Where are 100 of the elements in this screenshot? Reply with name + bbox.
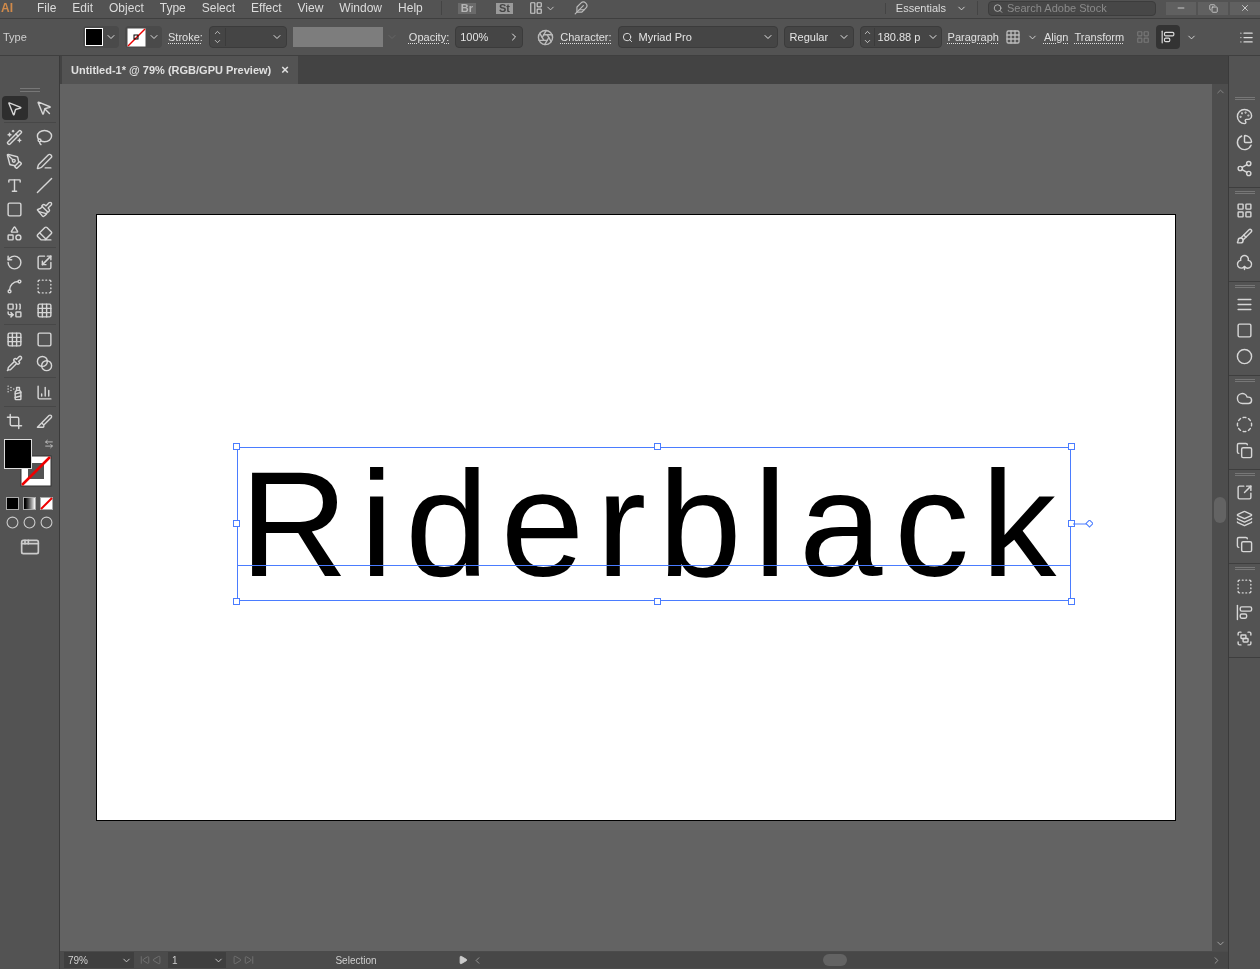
menu-item[interactable]: File: [29, 2, 65, 14]
document-tab[interactable]: Untitled-1* @ 79% (RGB/GPU Preview) ×: [62, 56, 298, 84]
tab-close-button[interactable]: ×: [281, 60, 289, 80]
stroke-color-control[interactable]: [125, 26, 162, 48]
status-menu-icon[interactable]: [458, 955, 468, 965]
scale-icon: [36, 253, 53, 271]
document-tab-title: Untitled-1* @ 79% (RGB/GPU Preview): [71, 62, 272, 78]
text-port-connector[interactable]: [1073, 519, 1094, 528]
align-left-icon: [1236, 603, 1253, 621]
resize-handle[interactable]: [654, 597, 661, 605]
resize-handle[interactable]: [232, 442, 240, 450]
gradient-mode-icon[interactable]: [23, 497, 36, 510]
restore-button[interactable]: [1198, 1, 1228, 15]
character-label[interactable]: Character:: [560, 28, 612, 46]
align-label[interactable]: Align: [1043, 28, 1069, 46]
search-input[interactable]: Search Adobe Stock: [1007, 2, 1151, 14]
free-transform-icon: [36, 277, 53, 295]
menu-item[interactable]: Edit: [64, 2, 102, 14]
stock-badge[interactable]: St: [495, 2, 513, 14]
workspace-layout-icon[interactable]: [528, 1, 543, 15]
opacity-label[interactable]: Opacity:: [408, 28, 450, 46]
artboard-text[interactable]: Riderblack: [237, 447, 1071, 600]
shape-builder-icon: [6, 301, 23, 319]
font-family-field[interactable]: Myriad Pro: [617, 26, 778, 48]
resize-handle[interactable]: [1068, 442, 1076, 450]
stock-search-field[interactable]: Search Adobe Stock: [988, 0, 1156, 16]
artboard-number-field[interactable]: 1: [168, 952, 226, 968]
perspective-grid-icon: [36, 301, 53, 319]
panel-menu-icon[interactable]: [1239, 29, 1254, 45]
minimize-button[interactable]: [1166, 1, 1196, 15]
app-logo: AI: [1, 2, 13, 14]
menu-item[interactable]: Window: [331, 2, 391, 14]
close-button[interactable]: [1230, 1, 1260, 15]
brush-icon: [1236, 227, 1253, 245]
rectangle-icon: [6, 200, 23, 218]
menu-item[interactable]: Select: [193, 2, 244, 14]
dotted-square-icon: [1236, 577, 1253, 595]
slice-icon: [36, 412, 53, 430]
tool-button[interactable]: [1, 96, 28, 120]
resize-handle[interactable]: [232, 597, 240, 605]
pen-icon: [6, 152, 23, 170]
selection-type-label: Type: [3, 29, 28, 45]
resize-handle[interactable]: [654, 442, 661, 450]
opacity-field[interactable]: 100%: [455, 26, 524, 48]
search-icon: [621, 31, 633, 43]
fill-swatch[interactable]: [3, 439, 32, 469]
menu-item[interactable]: Help: [390, 2, 431, 14]
zoom-field[interactable]: 79%: [64, 952, 134, 968]
feather-icon[interactable]: [573, 1, 588, 15]
horizontal-scrollbar[interactable]: [470, 952, 1228, 968]
swap-icon[interactable]: [43, 439, 54, 449]
artboard-icon: [6, 412, 23, 430]
menu-item[interactable]: View: [289, 2, 332, 14]
rotate-icon: [6, 253, 23, 271]
direct-selection-arrow-icon: [36, 99, 53, 117]
menu-item[interactable]: Type: [151, 2, 194, 14]
export-icon: [1236, 483, 1253, 501]
current-tool-status[interactable]: Selection: [256, 952, 456, 968]
canvas[interactable]: Riderblack: [60, 84, 1212, 951]
artboard[interactable]: Riderblack: [96, 214, 1176, 821]
line-icon: [36, 176, 53, 194]
resize-handle[interactable]: [232, 519, 240, 527]
font-size-value: 180.88 p: [877, 29, 922, 45]
resize-handle[interactable]: [1068, 597, 1076, 605]
mesh-icon: [6, 330, 23, 348]
font-style-field[interactable]: Regular: [783, 26, 854, 48]
eraser-icon: [36, 224, 53, 242]
search-icon: [993, 2, 1004, 14]
palette-icon: [1236, 107, 1253, 125]
zoom-value: 79%: [68, 953, 89, 968]
layers-icon: [1236, 509, 1253, 527]
color-mode-icon[interactable]: [6, 497, 19, 510]
workspace-switcher[interactable]: Essentials: [884, 2, 956, 14]
font-style-value: Regular: [789, 29, 830, 45]
overlapping-squares-icon: [1236, 441, 1253, 459]
resize-handle[interactable]: [1068, 519, 1076, 527]
vertical-scrollbar[interactable]: [1212, 84, 1228, 951]
paragraph-label[interactable]: Paragraph: [947, 28, 999, 46]
close-icon: [1240, 3, 1250, 13]
club-icon: [1236, 253, 1253, 271]
menu-item[interactable]: Object: [101, 2, 152, 14]
stroke-weight-field[interactable]: [208, 26, 287, 48]
nodes-icon: [1236, 159, 1253, 177]
none-mode-icon[interactable]: [40, 497, 53, 510]
fill-color-control[interactable]: [83, 26, 119, 48]
transform-label[interactable]: Transform: [1074, 28, 1125, 46]
stroke-label[interactable]: Stroke:: [168, 28, 203, 46]
screen-mode-icon[interactable]: [19, 537, 40, 557]
grid-icon: [1236, 201, 1253, 219]
artboard-number-value: 1: [172, 953, 179, 968]
type-icon: [6, 176, 23, 194]
menu-item[interactable]: Effect: [243, 2, 290, 14]
eyedropper-icon: [6, 354, 23, 372]
shaper-icon: [6, 224, 23, 242]
opacity-value: 100%: [460, 29, 490, 45]
isolate-button[interactable]: [1156, 25, 1181, 49]
paintbrush-icon: [36, 200, 53, 218]
font-family-value: Myriad Pro: [638, 29, 693, 45]
scroll-thumb[interactable]: [823, 954, 847, 966]
font-size-field[interactable]: 180.88 p: [859, 26, 942, 48]
